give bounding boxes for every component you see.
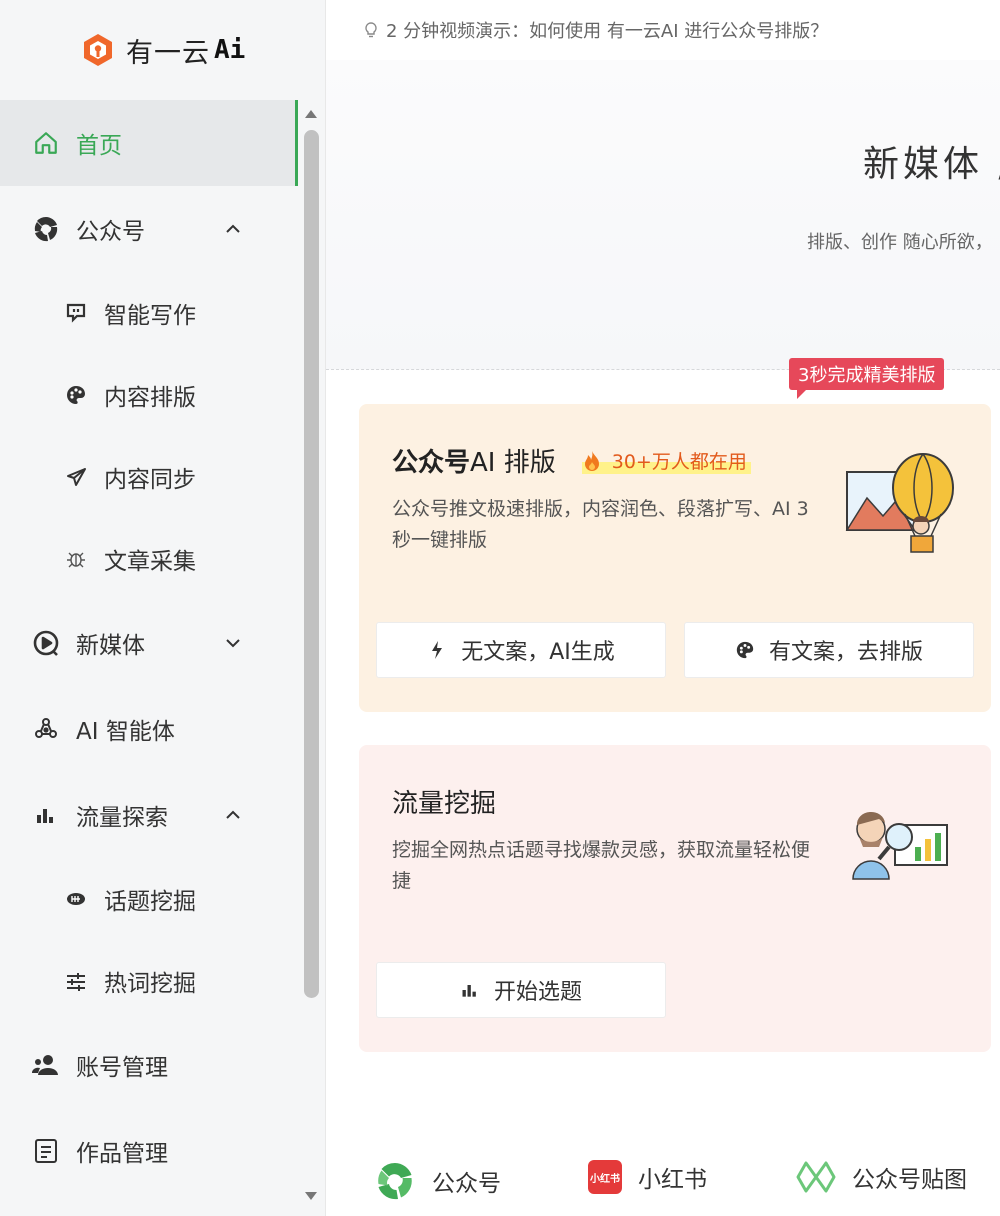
sidebar-item-label: AI 智能体 [76, 719, 175, 745]
logo[interactable]: 有一云 Ai [80, 28, 245, 72]
sidebar-item-home[interactable]: 首页 [0, 100, 298, 186]
sidebar-item-wechat-official[interactable]: 公众号 [0, 186, 298, 272]
platform-label: 小红书 [638, 1167, 707, 1193]
sidebar-item-works-manage[interactable]: 作品管理 [0, 1108, 298, 1194]
palette-icon [736, 641, 754, 659]
sidebar-scroll-thumb[interactable] [304, 130, 319, 998]
sidebar-item-traffic-explore[interactable]: 流量探索 [0, 772, 298, 858]
users-icon [32, 1051, 60, 1079]
promo-ribbon: 3秒完成精美排版 [789, 358, 945, 399]
wechat-official-icon [378, 1162, 412, 1200]
chevron-up-icon[interactable] [222, 218, 244, 240]
hero-subtitle: 排版、创作 随心所欲， [807, 232, 993, 253]
hot-badge-text: 30+万人都在用 [611, 451, 747, 473]
sidebar-item-content-layout[interactable]: 内容排版 [0, 354, 298, 436]
platform-image-post[interactable]: 公众号贴图 [796, 1160, 967, 1194]
sidebar-item-label: 新媒体 [76, 633, 145, 659]
sidebar-item-label: 话题挖掘 [104, 889, 196, 915]
sidebar-item-hotword-mining[interactable]: 热词挖掘 [0, 940, 298, 1022]
sidebar-item-label: 流量探索 [76, 805, 168, 831]
chevron-up-icon[interactable] [222, 804, 244, 826]
sidebar-item-ai-agent[interactable]: AI 智能体 [0, 686, 298, 772]
sidebar: 有一云 Ai 首页 公众号 智能写作 内容排版 内容同步 文章采集 新媒体 AI… [0, 0, 326, 1216]
sidebar-item-content-sync[interactable]: 内容同步 [0, 436, 298, 518]
sidebar-item-label: 内容同步 [104, 467, 196, 493]
sidebar-item-topic-mining[interactable]: 话题挖掘 [0, 858, 298, 940]
sidebar-item-new-media[interactable]: 新媒体 [0, 600, 298, 686]
platform-wechat-official[interactable]: 公众号 [374, 1160, 501, 1202]
chat-write-icon [64, 301, 88, 325]
card-title: 公众号 AI 排版 30+万人都在用 [392, 442, 751, 479]
palette-icon [64, 383, 88, 407]
card-traffic-mining[interactable]: 流量挖掘 挖掘全网热点话题寻找爆款灵感，获取流量轻松便捷 开始选题 [359, 745, 991, 1052]
scroll-up-arrow-icon[interactable] [305, 110, 317, 118]
play-circle-icon [32, 629, 60, 657]
brand-name: 有一云 [126, 37, 210, 69]
go-layout-button[interactable]: 有文案，去排版 [684, 622, 974, 678]
xiaohongshu-icon: 小红书 [588, 1160, 622, 1194]
bar-chart-icon [32, 801, 60, 829]
sidebar-item-smart-writing[interactable]: 智能写作 [0, 272, 298, 354]
platform-label: 公众号贴图 [852, 1167, 967, 1193]
agent-icon [32, 715, 60, 743]
tip-text[interactable]: 2 分钟视频演示：如何使用 有一云AI 进行公众号排版？ [386, 17, 828, 43]
card-title: 流量挖掘 [392, 789, 497, 819]
platform-tabs: 公众号 小红书 小红书 公众号贴图 [326, 1150, 1000, 1216]
card-title-bold: 公众号 [392, 448, 471, 478]
card-wechat-ai-layout[interactable]: 公众号 AI 排版 30+万人都在用 公众号推文极速排版，内容润色、段落扩写、A… [359, 404, 991, 712]
sidebar-item-label: 内容排版 [104, 385, 196, 411]
sidebar-item-label: 作品管理 [76, 1141, 168, 1167]
brand-ai-mark: Ai [214, 35, 246, 65]
card-description: 公众号推文极速排版，内容润色、段落扩写、AI 3秒一键排版 [392, 498, 809, 551]
sidebar-item-article-collect[interactable]: 文章采集 [0, 518, 298, 600]
send-icon [64, 465, 88, 489]
sliders-icon [64, 969, 88, 993]
balloon-illustration-icon [845, 453, 954, 553]
card-title-rest: AI 排版 [470, 448, 556, 478]
sidebar-item-label: 智能写作 [104, 303, 196, 329]
button-label: 无文案，AI生成 [461, 640, 615, 665]
flash-icon [432, 641, 443, 659]
hot-badge: 30+万人都在用 [581, 447, 751, 474]
start-topic-button[interactable]: 开始选题 [376, 962, 666, 1018]
sidebar-item-account-manage[interactable]: 账号管理 [0, 1022, 298, 1108]
lightbulb-icon [365, 22, 377, 38]
sidebar-nav: 首页 公众号 智能写作 内容排版 内容同步 文章采集 新媒体 AI 智能体 流量… [0, 100, 298, 1194]
sidebar-item-label: 文章采集 [104, 549, 196, 575]
bar-chart-icon [462, 985, 476, 997]
card-description: 挖掘全网热点话题寻找爆款灵感，获取流量轻松便捷 [392, 839, 811, 892]
platform-label: 公众号 [432, 1171, 501, 1197]
fire-icon [584, 450, 599, 471]
image-post-icon [796, 1161, 836, 1193]
home-icon [32, 129, 60, 157]
scroll-down-arrow-icon[interactable] [305, 1192, 317, 1200]
sidebar-item-label: 热词挖掘 [104, 971, 196, 997]
button-label: 有文案，去排版 [768, 640, 923, 665]
topic-icon [64, 887, 88, 911]
brand-logo-icon [84, 34, 112, 66]
tip-bar[interactable]: 2 分钟视频演示：如何使用 有一云AI 进行公众号排版？ [326, 0, 1000, 60]
generate-with-ai-button[interactable]: 无文案，AI生成 [376, 622, 666, 678]
wechat-official-icon [32, 215, 60, 243]
chevron-down-icon[interactable] [222, 632, 244, 654]
button-label: 开始选题 [493, 980, 582, 1005]
hero-title: 新媒体 / [863, 144, 1000, 185]
bug-icon [64, 547, 88, 571]
document-icon [32, 1137, 60, 1165]
analyst-illustration-icon [852, 811, 948, 880]
sidebar-item-label: 首页 [76, 133, 122, 159]
hero-banner: 新媒体 / 排版、创作 随心所欲， [326, 60, 1000, 370]
sidebar-item-label: 公众号 [76, 219, 145, 245]
platform-xiaohongshu[interactable]: 小红书 小红书 [588, 1160, 707, 1194]
sidebar-item-label: 账号管理 [76, 1055, 168, 1081]
